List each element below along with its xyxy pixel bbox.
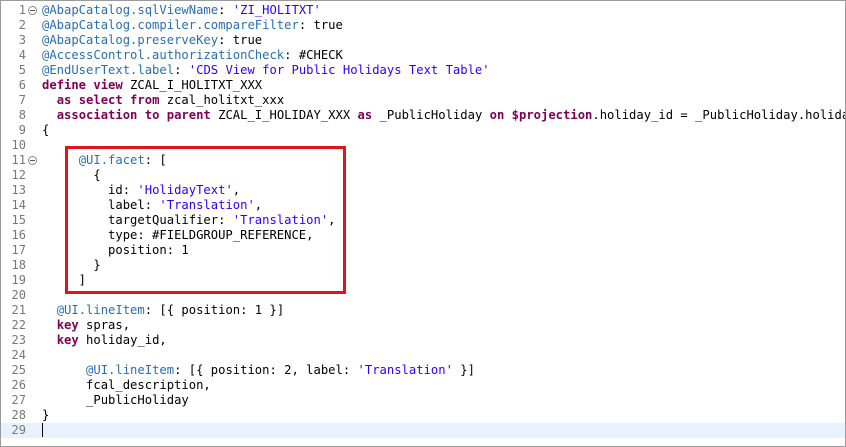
line-number: 17 [11, 243, 26, 257]
code-line[interactable]: 9{ [1, 123, 845, 138]
code-text: _PublicHoliday [42, 393, 189, 407]
code-line[interactable]: 21 @UI.lineItem: [{ position: 1 }] [1, 303, 845, 318]
code-text: label: 'Translation', [42, 198, 263, 212]
line-number: 2 [18, 18, 26, 32]
code-text: @AbapCatalog.compiler.compareFilter: tru… [42, 18, 343, 32]
code-line[interactable]: 24 [1, 348, 845, 363]
code-line[interactable]: 18 } [1, 258, 845, 273]
code-line[interactable]: 27 _PublicHoliday [1, 393, 845, 408]
line-number: 13 [11, 183, 26, 197]
line-number: 29 [11, 423, 26, 437]
code-text: @UI.lineItem: [{ position: 2, label: 'Tr… [86, 363, 475, 377]
code-line[interactable]: 22 key spras, [1, 318, 845, 333]
code-line[interactable]: 7 as select from zcal_holitxt_xxx [1, 93, 845, 108]
code-text: fcal_description, [42, 378, 211, 392]
code-line[interactable]: 4 @AccessControl.authorizationCheck: #CHE… [1, 48, 845, 63]
code-text: } [42, 258, 101, 272]
line-number: 26 [11, 378, 26, 392]
code-text: @UI.lineItem: [{ position: 1 }] [56, 303, 285, 317]
line-number: 7 [18, 93, 26, 107]
code-line[interactable]: 17 position: 1 [1, 243, 845, 258]
line-number: 5 [18, 63, 26, 77]
code-text: define view ZCAL_I_HOLITXT_XXX [42, 78, 263, 92]
text-cursor [42, 423, 43, 437]
line-number: 24 [11, 348, 26, 362]
line-number: 25 [11, 363, 26, 377]
code-line[interactable]: 5 @EndUserText.label: 'CDS View for Publi… [1, 63, 845, 78]
code-line[interactable]: 20 [1, 288, 845, 303]
line-number: 22 [11, 318, 26, 332]
code-text: @AbapCatalog.preserveKey: true [42, 33, 263, 47]
line-number: 20 [11, 288, 26, 302]
line-number: 6 [18, 78, 26, 92]
code-text: id: 'HolidayText', [42, 183, 241, 197]
line-number: 3 [18, 33, 26, 47]
code-text: position: 1 [42, 243, 189, 257]
line-number: 28 [11, 408, 26, 422]
line-number: 23 [11, 333, 26, 347]
line-number: 19 [11, 273, 26, 287]
code-line[interactable]: 11 @UI.facet: [ [1, 153, 845, 168]
line-number: 16 [11, 228, 26, 242]
code-line[interactable]: 13 id: 'HolidayText', [1, 183, 845, 198]
code-line[interactable]: 19 ] [1, 273, 845, 288]
line-number: 8 [18, 108, 26, 122]
code-text: targetQualifier: 'Translation', [42, 213, 336, 227]
fold-toggle-icon[interactable] [28, 6, 37, 15]
code-text: key spras, [56, 318, 131, 332]
code-text: @UI.facet: [ [78, 153, 167, 167]
code-line[interactable]: 23 key holiday_id, [1, 333, 845, 348]
code-line[interactable]: 6 define view ZCAL_I_HOLITXT_XXX [1, 78, 845, 93]
code-line[interactable]: 8 association to parent ZCAL_I_HOLIDAY_X… [1, 108, 845, 123]
fold-toggle-icon[interactable] [28, 156, 37, 165]
line-number: 10 [11, 138, 26, 152]
code-text: @EndUserText.label: 'CDS View for Public… [42, 63, 490, 77]
code-line[interactable]: 2 @AbapCatalog.compiler.compareFilter: tr… [1, 18, 845, 33]
line-number: 14 [11, 198, 26, 212]
line-number: 11 [11, 153, 26, 167]
code-line[interactable]: 1 @AbapCatalog.sqlViewName: 'ZI_HOLITXT' [1, 3, 845, 18]
line-number: 27 [11, 393, 26, 407]
code-line[interactable]: 10 [1, 138, 845, 153]
code-text: } [42, 408, 50, 422]
code-text: { [42, 123, 50, 137]
code-text: as select from zcal_holitxt_xxx [56, 93, 285, 107]
code-text: association to parent ZCAL_I_HOLIDAY_XXX… [56, 108, 845, 122]
code-editor[interactable]: 1 @AbapCatalog.sqlViewName: 'ZI_HOLITXT' 2… [0, 0, 846, 447]
line-number: 4 [18, 48, 26, 62]
code-text: @AccessControl.authorizationCheck: #CHEC… [42, 48, 343, 62]
line-number: 9 [18, 123, 26, 137]
code-text: @AbapCatalog.sqlViewName: 'ZI_HOLITXT' [42, 3, 321, 17]
code-line[interactable]: 26 fcal_description, [1, 378, 845, 393]
code-text: { [42, 168, 101, 182]
code-line[interactable]: 15 targetQualifier: 'Translation', [1, 213, 845, 228]
code-line[interactable]: 25 @UI.lineItem: [{ position: 2, label: … [1, 363, 845, 378]
code-text: key holiday_id, [56, 333, 167, 347]
line-number: 1 [18, 3, 26, 17]
code-line[interactable]: 29 [1, 423, 845, 438]
code-line[interactable]: 12 { [1, 168, 845, 183]
code-text: type: #FIELDGROUP_REFERENCE, [42, 228, 314, 242]
code-text: ] [42, 273, 87, 287]
line-number: 15 [11, 213, 26, 227]
code-line[interactable]: 14 label: 'Translation', [1, 198, 845, 213]
code-line[interactable]: 28} [1, 408, 845, 423]
code-line[interactable]: 3 @AbapCatalog.preserveKey: true [1, 33, 845, 48]
line-number: 21 [11, 303, 26, 317]
line-number: 18 [11, 258, 26, 272]
code-line[interactable]: 16 type: #FIELDGROUP_REFERENCE, [1, 228, 845, 243]
line-number: 12 [11, 168, 26, 182]
